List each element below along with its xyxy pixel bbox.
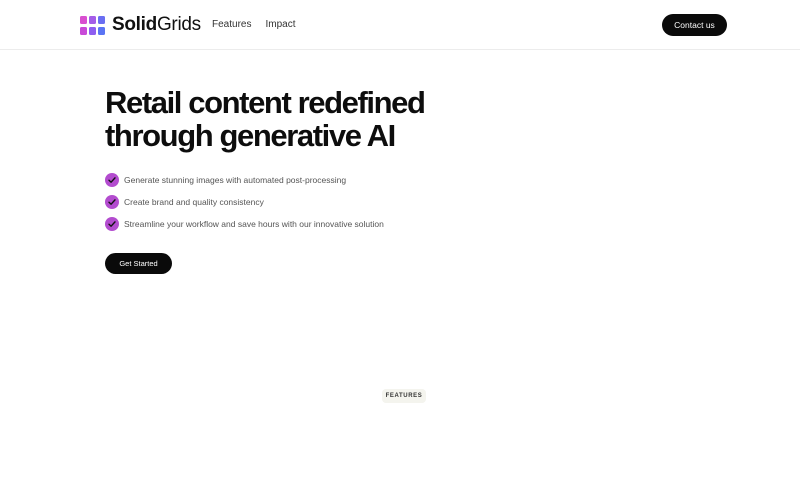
nav-link-impact[interactable]: Impact [265, 18, 295, 32]
logo-link[interactable]: SolidGrids [80, 14, 201, 36]
list-item: Streamline your workflow and save hours … [105, 213, 384, 235]
hero-title: Retail content redefined through generat… [105, 85, 426, 153]
main-nav: Features Impact [212, 18, 295, 32]
feature-text: Streamline your workflow and save hours … [124, 219, 384, 229]
feature-text: Create brand and quality consistency [124, 197, 264, 207]
list-item: Create brand and quality consistency [105, 191, 384, 213]
check-circle-icon [105, 195, 119, 209]
feature-text: Generate stunning images with automated … [124, 175, 347, 185]
logo-text: SolidGrids [112, 14, 201, 36]
hero-feature-list: Generate stunning images with automated … [105, 169, 384, 235]
nav-link-features[interactable]: Features [212, 18, 251, 32]
logo-text-regular: Grids [156, 14, 201, 35]
get-started-button[interactable]: Get Started [105, 253, 172, 274]
contact-us-button[interactable]: Contact us [662, 14, 727, 36]
check-circle-icon [105, 173, 119, 187]
features-section-badge: FEATURES [382, 389, 426, 403]
check-circle-icon [105, 217, 119, 231]
list-item: Generate stunning images with automated … [105, 169, 384, 191]
grid-logo-icon [80, 15, 107, 35]
site-header: SolidGrids Features Impact Contact us [0, 0, 800, 50]
logo-text-bold: Solid [112, 14, 157, 35]
